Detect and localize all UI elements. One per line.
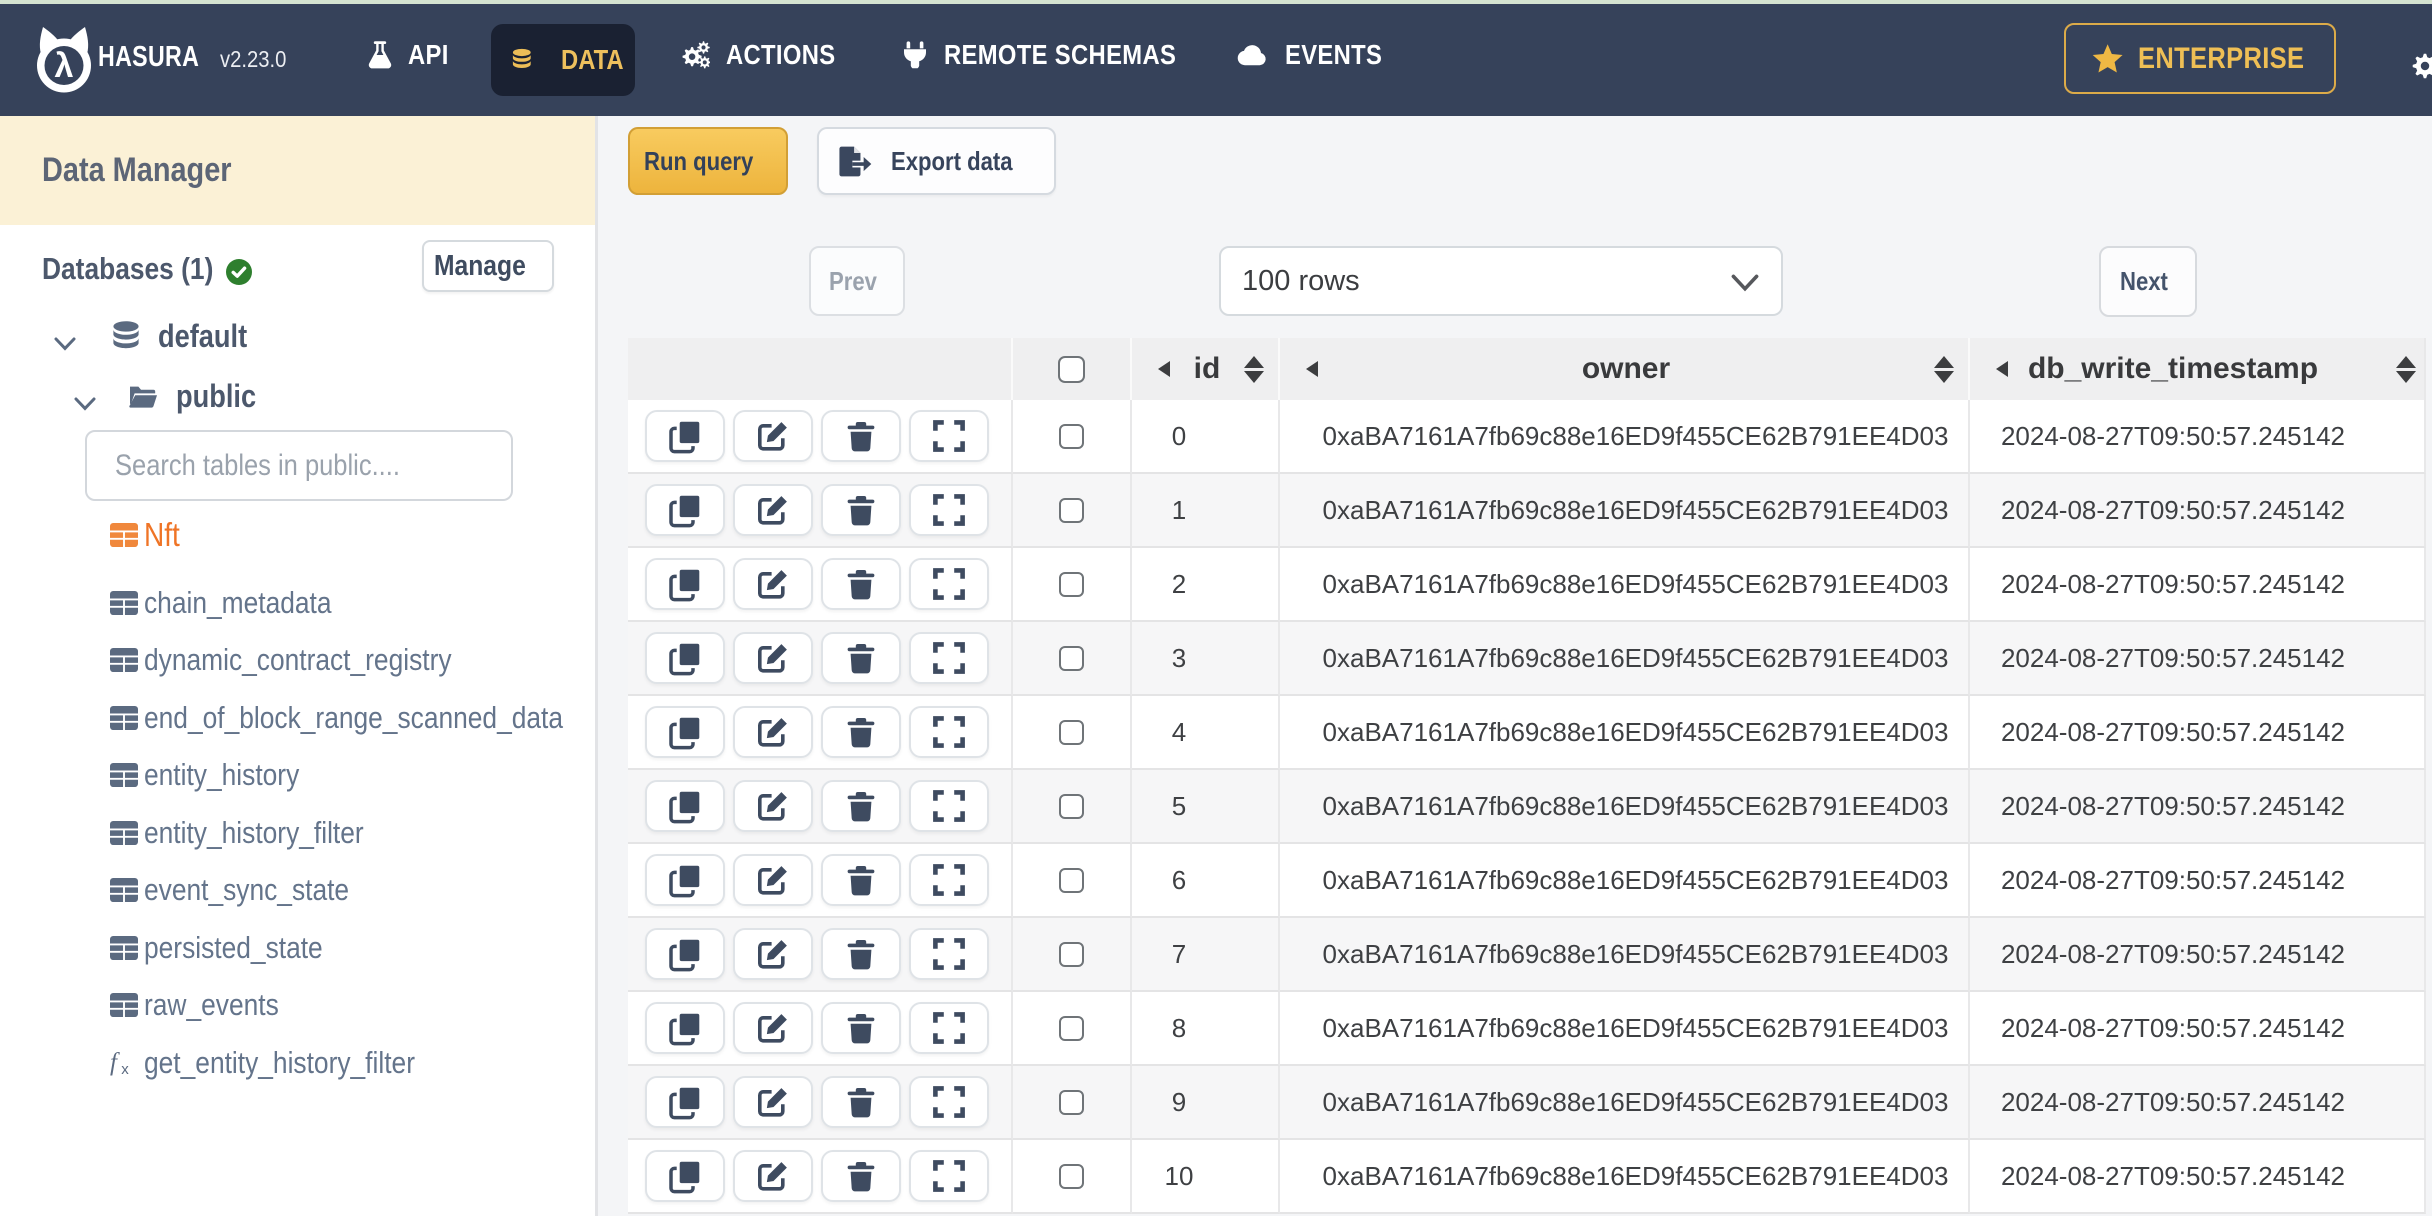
svg-text:λ: λ — [55, 47, 74, 85]
svg-text:x: x — [121, 1061, 129, 1076]
svg-text:f: f — [110, 1050, 120, 1076]
